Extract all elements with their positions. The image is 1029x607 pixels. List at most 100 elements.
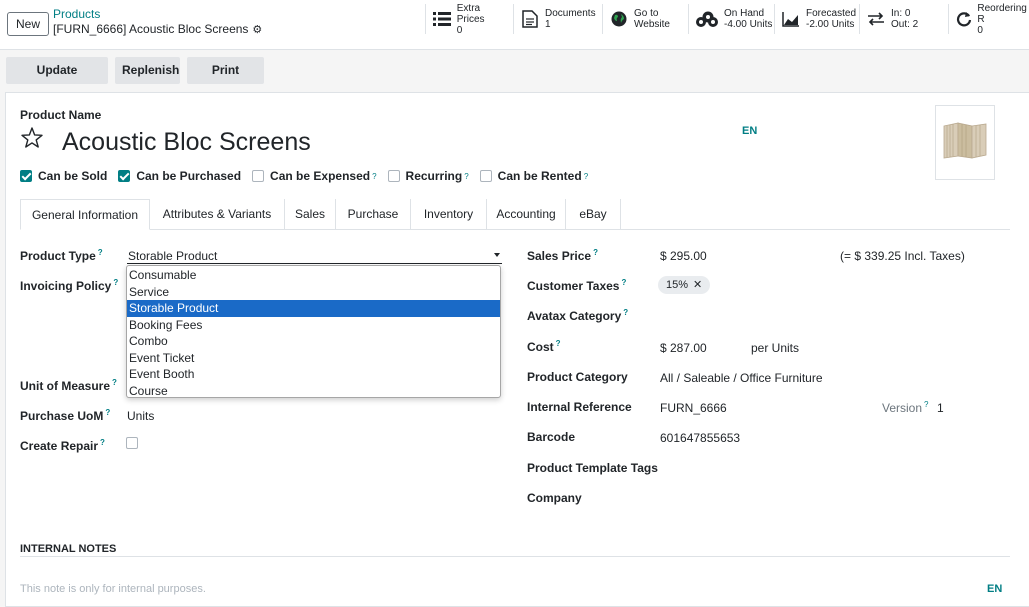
- help-tooltip-icon[interactable]: ?: [372, 172, 376, 181]
- purchase-uom-label-text: Purchase UoM: [20, 409, 104, 423]
- replenish-button[interactable]: Replenish: [115, 57, 180, 84]
- unit-of-measure-label: Unit of Measure?: [20, 378, 117, 393]
- go-to-label: Go to: [634, 8, 659, 19]
- can-be-expensed-checkbox[interactable]: Can be Expensed?: [252, 169, 377, 183]
- tab-sales[interactable]: Sales: [285, 199, 336, 230]
- tab-attributes-variants[interactable]: Attributes & Variants: [150, 199, 285, 230]
- help-tooltip-icon[interactable]: ?: [105, 408, 110, 417]
- tab-purchase[interactable]: Purchase: [336, 199, 411, 230]
- option-combo[interactable]: Combo: [127, 333, 500, 350]
- help-tooltip-icon[interactable]: ?: [100, 438, 105, 447]
- extra-prices-count: 0: [456, 24, 463, 36]
- tab-general-information[interactable]: General Information: [20, 199, 150, 230]
- reordering-label: Reordering R: [977, 2, 1027, 25]
- product-name-label: Product Name: [20, 108, 102, 122]
- help-tooltip-icon[interactable]: ?: [584, 172, 588, 181]
- form-tabs: General Information Attributes & Variant…: [20, 199, 1010, 230]
- option-event-booth[interactable]: Event Booth: [127, 366, 500, 383]
- create-repair-checkbox[interactable]: [126, 437, 138, 449]
- close-icon[interactable]: ✕: [693, 279, 702, 291]
- help-tooltip-icon[interactable]: ?: [556, 339, 561, 348]
- documents-button[interactable]: Documents 1: [513, 4, 598, 34]
- forecasted-label: Forecasted: [806, 8, 857, 19]
- tax-tag: 15% ✕: [658, 276, 711, 294]
- on-hand-value: -4.00 Units: [724, 19, 773, 30]
- barcode-label: Barcode: [527, 430, 576, 444]
- in-count: In: 0: [891, 8, 911, 19]
- breadcrumb: Products [FURN_6666] Acoustic Bloc Scree…: [53, 8, 262, 38]
- product-name-input[interactable]: Acoustic Bloc Screens: [62, 126, 311, 158]
- print-labels-button[interactable]: Print Labels: [187, 57, 264, 104]
- option-service[interactable]: Service: [127, 284, 500, 301]
- star-icon[interactable]: [20, 126, 44, 150]
- help-tooltip-icon[interactable]: ?: [98, 248, 103, 257]
- in-out-button[interactable]: In: 0 Out: 2: [859, 4, 944, 34]
- chevron-down-icon: [494, 253, 500, 257]
- can-be-purchased-checkbox[interactable]: Can be Purchased: [118, 169, 241, 183]
- option-storable-product[interactable]: Storable Product: [127, 300, 500, 317]
- can-be-rented-checkbox[interactable]: Can be Rented?: [479, 169, 588, 183]
- cubes-icon: [695, 9, 719, 29]
- internal-notes-input[interactable]: This note is only for internal purposes.: [20, 583, 206, 595]
- gear-icon[interactable]: ⚙: [252, 22, 262, 38]
- can-be-rented-label: Can be Rented: [497, 169, 582, 183]
- product-type-select[interactable]: Storable Product: [127, 247, 502, 264]
- update-quantity-button[interactable]: Update Quantity: [6, 57, 108, 104]
- company-label: Company: [527, 491, 582, 505]
- tab-ebay[interactable]: eBay: [566, 199, 621, 230]
- checkbox-checked[interactable]: [20, 170, 32, 182]
- help-tooltip-icon[interactable]: ?: [621, 278, 626, 287]
- extra-prices-button[interactable]: Extra Prices 0: [425, 3, 510, 36]
- customer-taxes-label-text: Customer Taxes: [527, 279, 620, 293]
- help-tooltip-icon[interactable]: ?: [924, 400, 928, 409]
- documents-count: 1: [545, 19, 551, 30]
- cost-field[interactable]: $ 287.00: [660, 341, 707, 355]
- checkbox-unchecked[interactable]: [252, 170, 265, 182]
- invoicing-policy-label-text: Invoicing Policy: [20, 279, 112, 293]
- internal-reference-field[interactable]: FURN_6666: [660, 401, 727, 415]
- sales-price-field[interactable]: $ 295.00: [660, 249, 707, 263]
- checkbox-unchecked[interactable]: [479, 170, 492, 182]
- action-bar: Update Quantity Replenish Print Labels: [0, 50, 1029, 104]
- reordering-count: 0: [977, 24, 983, 36]
- tab-accounting[interactable]: Accounting: [487, 199, 566, 230]
- reordering-rules-button[interactable]: Reordering R0: [948, 2, 1029, 36]
- product-image[interactable]: [935, 105, 995, 180]
- version-field[interactable]: 1: [937, 401, 944, 415]
- create-repair-label: Create Repair?: [20, 438, 105, 453]
- help-tooltip-icon[interactable]: ?: [464, 172, 468, 181]
- can-be-sold-checkbox[interactable]: Can be Sold: [20, 169, 107, 183]
- documents-label: Documents: [545, 8, 596, 19]
- checkbox-unchecked[interactable]: [387, 170, 400, 182]
- customer-taxes-label: Customer Taxes?: [527, 278, 626, 293]
- help-tooltip-icon[interactable]: ?: [593, 248, 598, 257]
- can-be-expensed-label: Can be Expensed: [270, 169, 371, 183]
- help-tooltip-icon[interactable]: ?: [112, 378, 117, 387]
- product-options: Can be Sold Can be Purchased Can be Expe…: [20, 169, 599, 183]
- checkbox-checked[interactable]: [118, 170, 131, 182]
- can-be-sold-label: Can be Sold: [38, 169, 108, 183]
- option-event-ticket[interactable]: Event Ticket: [127, 350, 500, 367]
- globe-icon: [609, 9, 629, 29]
- divider: [20, 556, 1010, 557]
- recurring-checkbox[interactable]: Recurring?: [387, 169, 469, 183]
- go-to-website-button[interactable]: Go to Website: [602, 4, 686, 34]
- breadcrumb-products-link[interactable]: Products: [53, 8, 262, 21]
- breadcrumb-current-label: [FURN_6666] Acoustic Bloc Screens: [53, 22, 249, 36]
- product-category-field[interactable]: All / Saleable / Office Furniture: [660, 371, 823, 385]
- tab-inventory[interactable]: Inventory: [411, 199, 487, 230]
- help-tooltip-icon[interactable]: ?: [113, 278, 118, 287]
- forecasted-button[interactable]: Forecasted -2.00 Units: [774, 4, 859, 34]
- new-button[interactable]: New: [7, 12, 50, 36]
- language-button[interactable]: EN: [742, 125, 757, 137]
- notes-language-button[interactable]: EN: [987, 583, 1002, 595]
- help-tooltip-icon[interactable]: ?: [623, 308, 628, 317]
- product-type-value: Storable Product: [128, 249, 218, 263]
- purchase-uom-field[interactable]: Units: [127, 409, 154, 423]
- on-hand-button[interactable]: On Hand -4.00 Units: [688, 4, 773, 34]
- cost-label-text: Cost: [527, 340, 554, 354]
- option-booking-fees[interactable]: Booking Fees: [127, 317, 500, 334]
- option-consumable[interactable]: Consumable: [127, 267, 500, 284]
- barcode-field[interactable]: 601647855653: [660, 431, 740, 445]
- option-course[interactable]: Course: [127, 383, 500, 400]
